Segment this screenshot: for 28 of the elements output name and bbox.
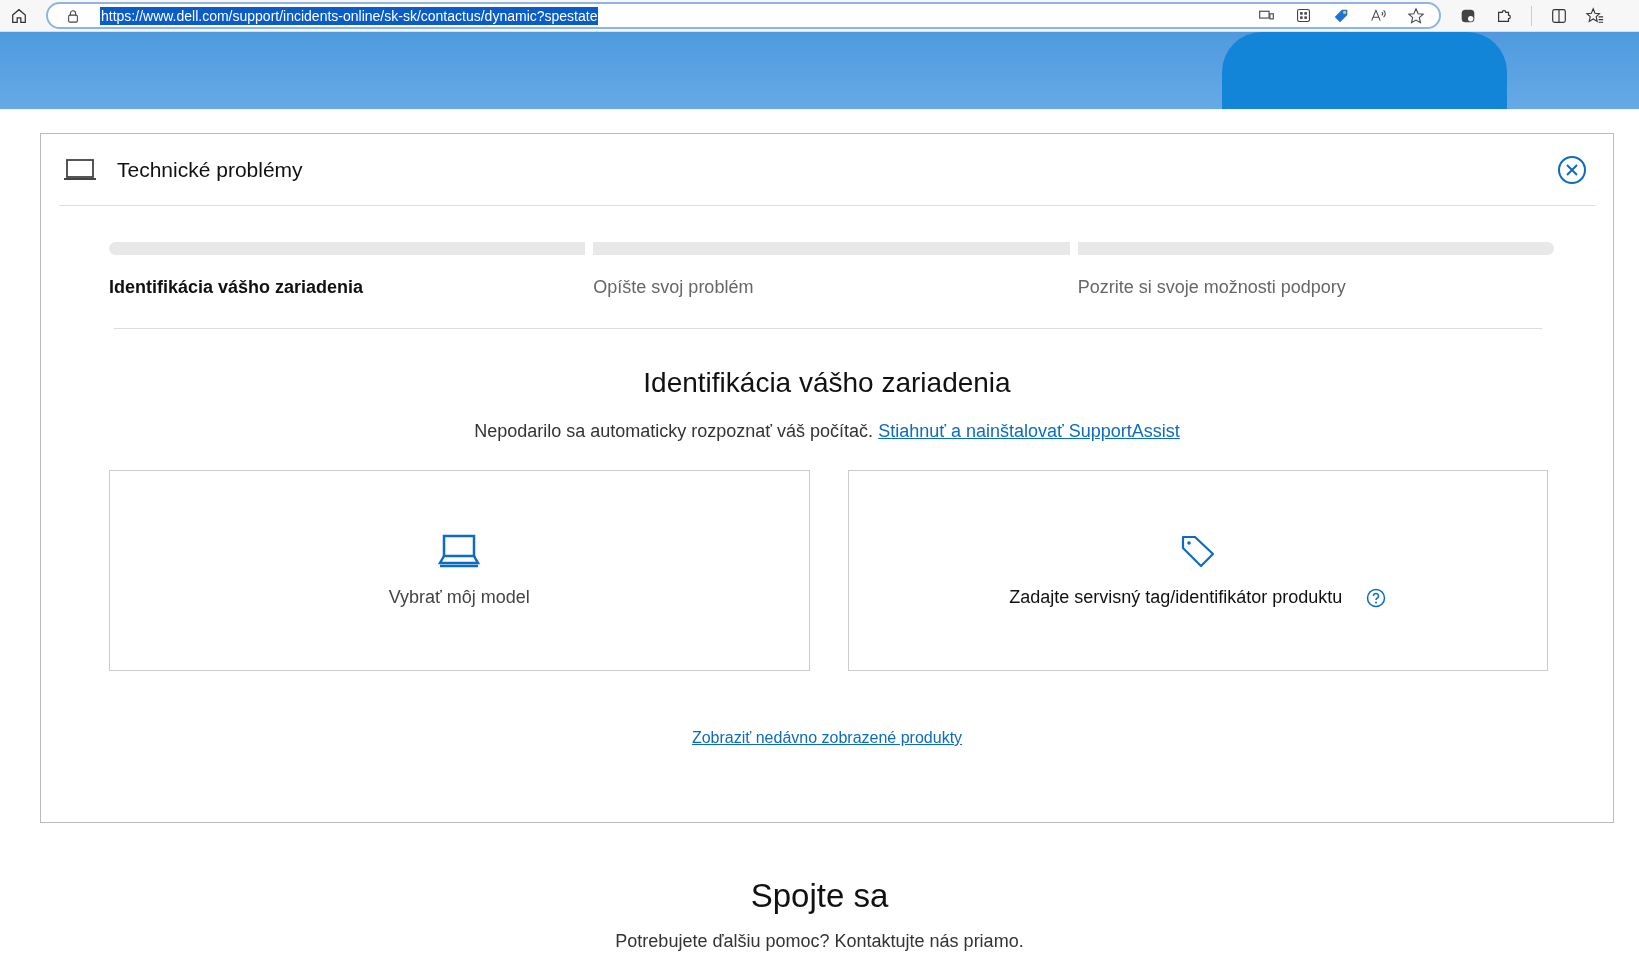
section-heading: Identifikácia vášho zariadenia <box>642 367 1012 399</box>
option-card[interactable]: Vybrať môj model <box>109 470 810 671</box>
contact-heading: Spojte sa <box>749 877 890 915</box>
step-label: Identifikácia vášho zariadenia <box>109 277 365 298</box>
url-text: https://www.dell.com/support/incidents-online/sk-sk/contactus/dynamic?spestate <box>100 6 599 25</box>
split-screen-icon[interactable] <box>1550 6 1568 25</box>
download-link[interactable]: Stiahnuť a nainštalovať SupportAssist <box>878 421 1180 441</box>
laptop-icon <box>438 533 481 569</box>
tag-icon <box>1179 533 1216 569</box>
apps-icon[interactable] <box>1295 7 1312 24</box>
lock-icon <box>66 8 80 23</box>
read-aloud-icon[interactable] <box>1370 7 1387 24</box>
help-icon[interactable] <box>1366 587 1387 608</box>
message-text: Nepodarilo sa automaticky rozpoznať váš počítač. <box>474 421 874 441</box>
contact-text: Potrebujete ďalšiu pomoc? Kontaktujte nás priamo. <box>614 931 1025 952</box>
step-label: Pozrite si svoje možnosti podpory <box>1077 277 1347 298</box>
panel-title: Technické problémy <box>117 157 303 182</box>
favorites-icon[interactable] <box>1586 6 1604 25</box>
recent-products-link[interactable]: Zobraziť nedávno zobrazené produkty <box>691 729 963 746</box>
close-icon[interactable] <box>1557 154 1587 185</box>
home-icon[interactable] <box>10 6 28 25</box>
laptop-icon <box>63 157 97 182</box>
option-card[interactable]: Zadajte servisný tag/identifikátor produktu <box>847 470 1548 671</box>
option-label: Zadajte servisný tag/identifikátor produktu <box>1009 587 1343 608</box>
option-label: Vybrať môj model <box>388 587 530 608</box>
star-icon[interactable] <box>1407 6 1425 25</box>
step-label: Opíšte svoj problém <box>593 277 755 298</box>
address-bar[interactable]: https://www.dell.com/support/incidents-online/sk-sk/contactus/dynamic?spestate <box>46 2 1441 29</box>
